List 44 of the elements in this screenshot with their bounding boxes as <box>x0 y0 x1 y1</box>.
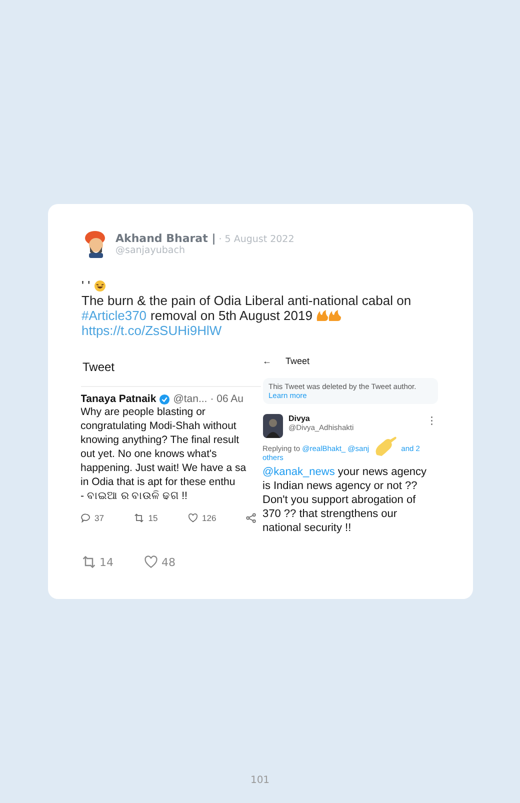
fire-icon <box>316 309 342 322</box>
heart-icon[interactable] <box>188 513 198 523</box>
like-count: 126 <box>202 513 216 523</box>
post-date: · 5 August 2022 <box>218 234 294 245</box>
laughing-emoji-icon <box>94 280 106 292</box>
user-name: Divya <box>288 414 311 423</box>
tweet-text-line: in Odia that is apt for these enthu <box>80 475 236 489</box>
retweet-icon[interactable] <box>82 555 96 569</box>
reply-text-line: is Indian news agency or not ?? <box>262 479 418 493</box>
tweet-text-line: - ବାଇଆ ର ବାଉଳି ଢଗ !! <box>80 489 188 503</box>
tweet-text-line: knowing anything? The final result <box>80 433 240 447</box>
tweet-date: · 06 Au <box>210 393 244 405</box>
retweet-count: 14 <box>100 556 114 568</box>
post-text: removal on 5th August 2019 <box>150 308 312 323</box>
screen-title: Tweet <box>286 356 310 366</box>
tweet-text-line: congratulating Modi-Shah without <box>80 419 238 433</box>
avatar-icon <box>262 414 282 438</box>
reply-text-line: your news agency <box>338 466 427 478</box>
tweet-text-line: happening. Just wait! We have a sa <box>80 461 248 475</box>
reply-text-line: Don't you support abrogation of <box>262 493 417 507</box>
page-number: 101 <box>250 775 270 786</box>
heart-icon[interactable] <box>144 555 158 569</box>
like-count: 48 <box>162 556 176 568</box>
reply-text-line: national security !! <box>262 521 352 535</box>
screen-title: Tweet <box>82 360 116 374</box>
comment-icon[interactable] <box>80 513 90 523</box>
reply-text-line: 370 ?? that strengthens our <box>262 507 398 521</box>
share-icon[interactable] <box>246 513 256 523</box>
tweet-text-line: Why are people blasting or <box>80 405 206 419</box>
quote-marks: ' ' <box>82 278 90 293</box>
tweet-text-line: out yet. No one knows what's <box>80 447 218 461</box>
more-button[interactable]: ⋮ <box>426 414 438 427</box>
post-link[interactable]: https://t.co/ZsSUHi9HlW <box>82 323 442 338</box>
user-handle: @tan... <box>173 393 208 405</box>
author-name: Akhand Bharat | <box>116 232 216 245</box>
retweet-count: 15 <box>148 513 158 523</box>
author-handle: @sanjayubach <box>116 245 186 256</box>
mention-link[interactable]: @kanak_news <box>262 466 335 478</box>
reply-count: 37 <box>94 513 104 523</box>
post-text: The burn & the pain of Odia Liberal anti-national cabal on <box>82 293 412 308</box>
back-button[interactable]: ← <box>262 356 272 366</box>
hashtag-link[interactable]: #Article370 <box>82 308 147 323</box>
user-name: Tanaya Patnaik <box>80 393 156 405</box>
retweet-icon[interactable] <box>134 513 144 523</box>
